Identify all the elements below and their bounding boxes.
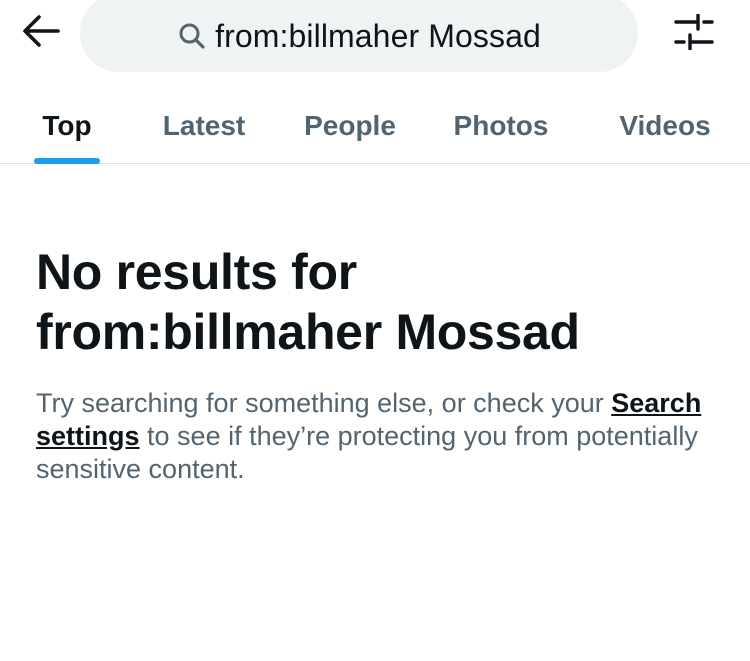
search-results-page: from:billmaher Mossad Top Latest People … — [0, 0, 750, 661]
tab-people[interactable]: People — [300, 88, 400, 163]
search-query-text: from:billmaher Mossad — [215, 17, 541, 54]
search-icon — [177, 21, 207, 51]
search-input[interactable]: from:billmaher Mossad — [80, 0, 638, 72]
heading-query: from:billmaher Mossad — [36, 304, 580, 360]
tab-label: Top — [42, 109, 92, 141]
tab-top[interactable]: Top — [34, 88, 100, 163]
no-results-message: Try searching for something else, or che… — [36, 387, 726, 486]
tab-label: Photos — [453, 109, 549, 141]
tab-label: Videos — [619, 109, 711, 141]
sliders-icon — [674, 12, 714, 55]
tab-latest[interactable]: Latest — [160, 88, 248, 163]
search-tabs: Top Latest People Photos Videos — [0, 88, 750, 164]
heading-prefix: No results for — [36, 244, 357, 300]
tab-photos[interactable]: Photos — [450, 88, 552, 163]
tab-label: People — [304, 109, 396, 141]
back-button[interactable] — [18, 12, 64, 54]
message-text-before: Try searching for something else, or che… — [36, 388, 612, 418]
search-filter-button[interactable] — [670, 12, 718, 56]
active-tab-indicator — [34, 158, 100, 164]
arrow-left-icon — [21, 14, 61, 53]
tab-label: Latest — [162, 109, 246, 141]
no-results-heading: No results for from:billmaher Mossad — [36, 242, 726, 362]
tab-videos[interactable]: Videos — [615, 88, 715, 163]
